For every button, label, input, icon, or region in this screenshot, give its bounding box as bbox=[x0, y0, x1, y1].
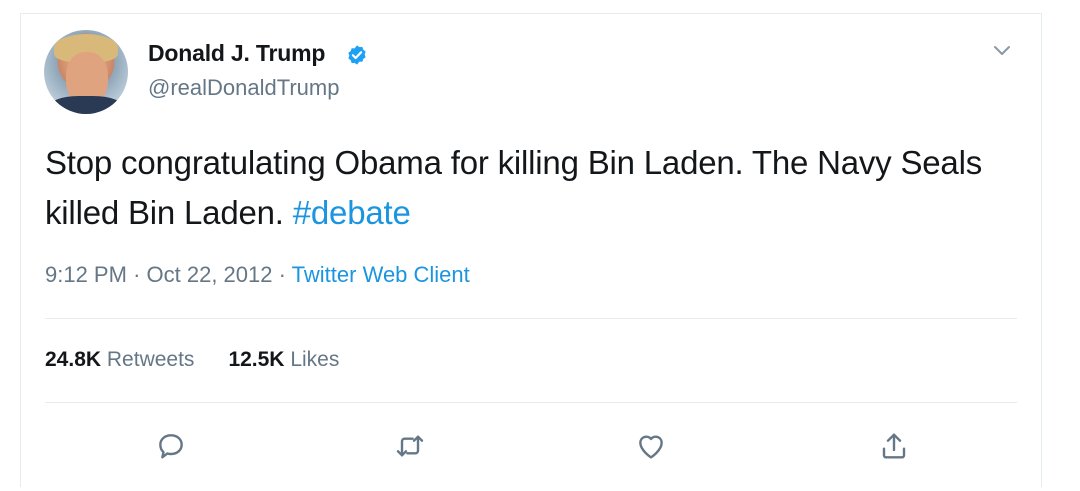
share-button[interactable] bbox=[876, 428, 912, 464]
tweet-meta: 9:12 PM · Oct 22, 2012 · Twitter Web Cli… bbox=[45, 262, 470, 288]
heart-icon bbox=[639, 435, 663, 459]
page: Donald J. Trump @realDonaldTrump Stop co… bbox=[0, 0, 1080, 491]
likes-stat[interactable]: 12.5K Likes bbox=[228, 348, 339, 371]
tweet-date[interactable]: Oct 22, 2012 bbox=[147, 262, 273, 287]
retweets-label: Retweets bbox=[106, 348, 195, 371]
divider-bottom bbox=[45, 402, 1017, 403]
like-button[interactable] bbox=[633, 428, 669, 464]
chevron-down-icon[interactable] bbox=[990, 40, 1014, 60]
avatar[interactable] bbox=[44, 30, 128, 114]
meta-separator-2: · bbox=[278, 262, 286, 287]
hashtag-link[interactable]: #debate bbox=[293, 194, 411, 231]
share-icon bbox=[882, 433, 906, 459]
avatar-suit bbox=[48, 96, 124, 114]
display-name[interactable]: Donald J. Trump bbox=[148, 40, 325, 67]
retweet-icon bbox=[396, 435, 424, 457]
tweet-stats: 24.8K Retweets 12.5K Likes bbox=[45, 348, 339, 372]
divider-top bbox=[45, 318, 1017, 319]
tweet-source-link[interactable]: Twitter Web Client bbox=[292, 262, 470, 287]
user-handle[interactable]: @realDonaldTrump bbox=[148, 75, 339, 101]
reply-icon bbox=[159, 434, 183, 459]
verified-badge-icon bbox=[348, 45, 366, 65]
reply-button[interactable] bbox=[153, 428, 189, 464]
likes-count: 12.5K bbox=[228, 348, 285, 371]
tweet-time[interactable]: 9:12 PM bbox=[45, 262, 127, 287]
likes-label: Likes bbox=[290, 348, 340, 371]
meta-separator: · bbox=[133, 262, 141, 287]
tweet-text: Stop congratulating Obama for killing Bi… bbox=[45, 138, 1005, 238]
retweet-button[interactable] bbox=[392, 428, 428, 464]
retweets-count: 24.8K bbox=[45, 348, 102, 371]
tweet-body: Stop congratulating Obama for killing Bi… bbox=[45, 144, 983, 231]
retweets-stat[interactable]: 24.8K Retweets bbox=[45, 348, 194, 371]
